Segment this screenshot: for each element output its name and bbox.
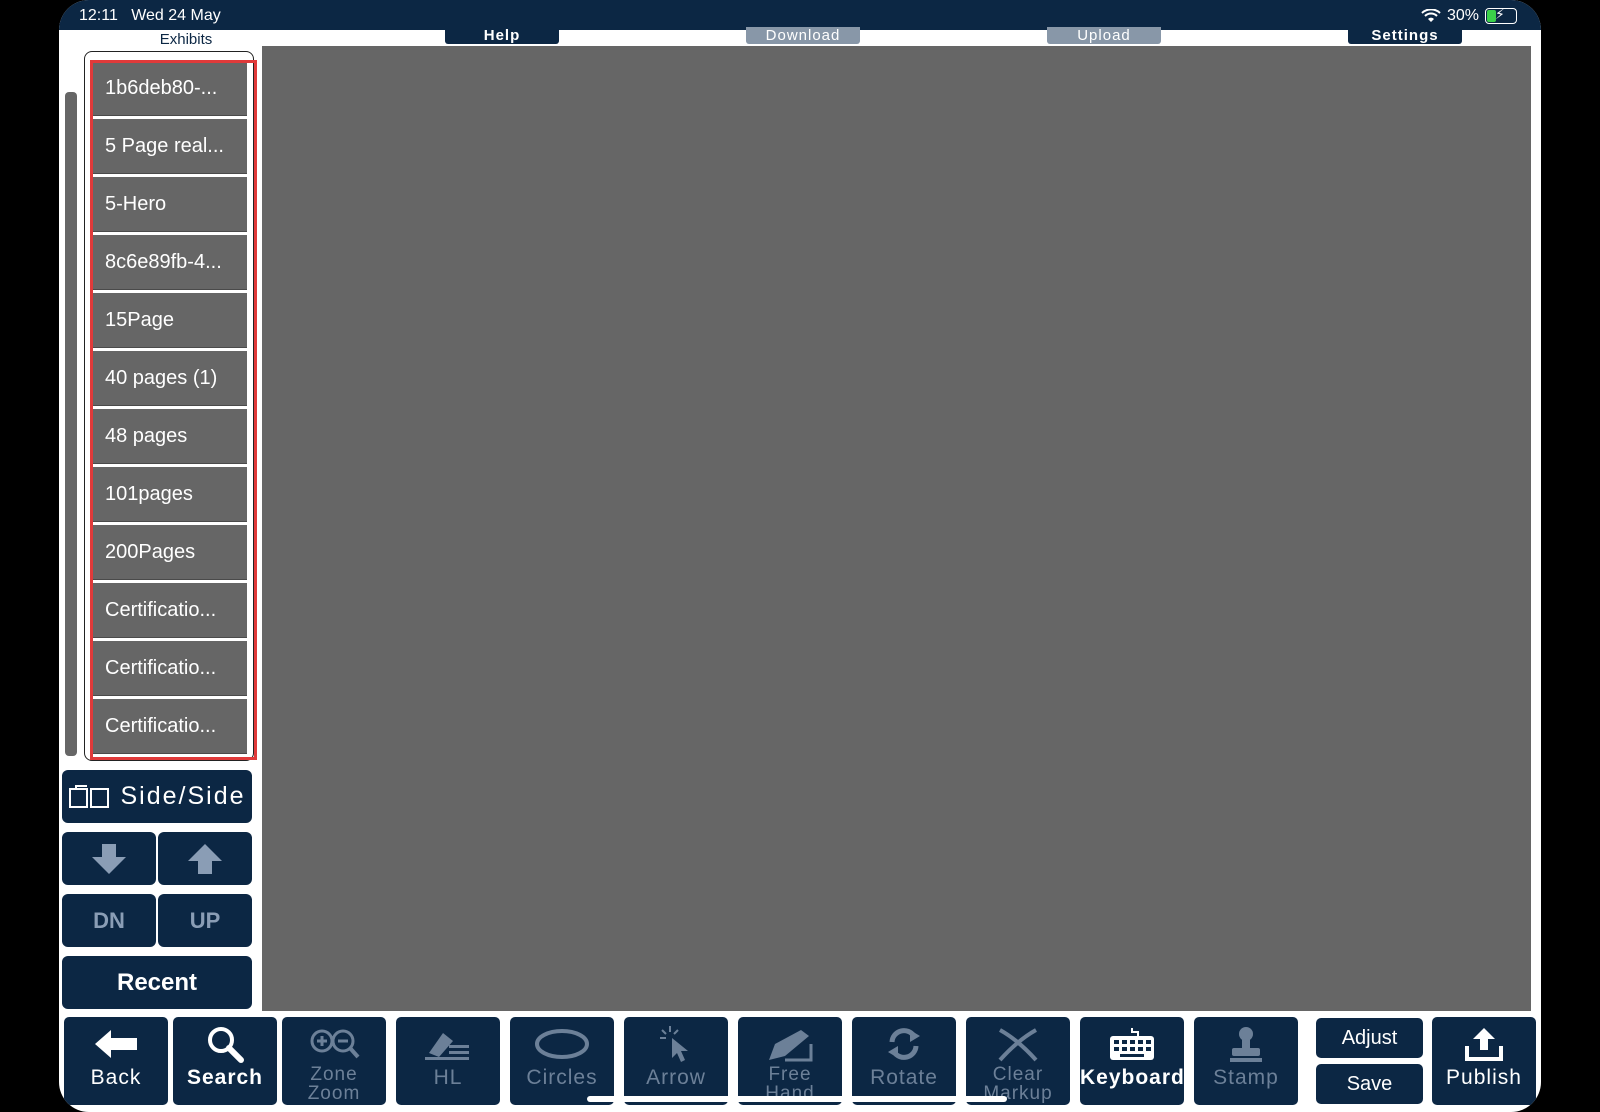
search-button[interactable]: Search	[173, 1017, 277, 1105]
back-button[interactable]: Back	[64, 1017, 168, 1105]
ipad-screen: 12:11 Wed 24 May 30% ⚡ Help Download Upl…	[59, 0, 1541, 1112]
exhibit-item[interactable]: 40 pages (1)	[93, 351, 247, 406]
save-button[interactable]: Save	[1316, 1064, 1423, 1104]
up-button[interactable]: UP	[158, 894, 252, 947]
hl-label: HL	[433, 1066, 463, 1089]
hl-button[interactable]: HL	[396, 1017, 500, 1105]
exhibit-item[interactable]: Certificatio...	[93, 699, 247, 754]
status-right: 30% ⚡	[1421, 6, 1517, 25]
dn-button[interactable]: DN	[62, 894, 156, 947]
page-down-arrow-button[interactable]	[62, 832, 156, 885]
exhibit-item[interactable]: Certificatio...	[93, 583, 247, 638]
circles-label: Circles	[526, 1066, 598, 1089]
keyboard-button[interactable]: Keyboard	[1080, 1017, 1184, 1105]
page-up-arrow-button[interactable]	[158, 832, 252, 885]
home-indicator[interactable]	[587, 1096, 1007, 1102]
exhibit-item[interactable]: 48 pages	[93, 409, 247, 464]
side-by-side-button[interactable]: Side/Side	[62, 770, 252, 823]
circles-button[interactable]: Circles	[510, 1017, 614, 1105]
zone-zoom-label-line2: Zoom	[307, 1083, 361, 1104]
publish-button[interactable]: Publish	[1432, 1017, 1536, 1105]
status-time: 12:11	[79, 7, 118, 24]
download-button[interactable]: Download	[746, 27, 860, 44]
back-label: Back	[90, 1066, 142, 1089]
zone-zoom-label: Zone Zoom	[282, 1065, 386, 1103]
clear-markup-button[interactable]: Clear Markup	[966, 1017, 1070, 1105]
exhibit-item[interactable]: 101pages	[93, 467, 247, 522]
back-arrow-icon	[95, 1030, 137, 1058]
upload-share-icon	[1465, 1028, 1503, 1061]
zone-zoom-label-line1: Zone	[310, 1064, 358, 1085]
status-bar: 12:11 Wed 24 May 30% ⚡	[59, 0, 1541, 30]
document-viewer[interactable]	[262, 46, 1531, 1011]
status-time-date: 12:11 Wed 24 May	[79, 7, 221, 25]
upload-button[interactable]: Upload	[1047, 27, 1161, 44]
exhibit-item[interactable]: Certificatio...	[93, 641, 247, 696]
battery-percent: 30%	[1446, 7, 1479, 24]
keyboard-icon	[1110, 1028, 1154, 1060]
highlighter-icon	[425, 1033, 469, 1060]
search-icon	[208, 1027, 244, 1063]
exhibit-item[interactable]: 1b6deb80-...	[93, 61, 247, 116]
zone-zoom-icon	[310, 1029, 360, 1059]
help-button[interactable]: Help	[445, 27, 559, 44]
keyboard-label: Keyboard	[1080, 1066, 1185, 1089]
exhibit-item[interactable]: 5-Hero	[93, 177, 247, 232]
pen-hand-icon	[769, 1030, 813, 1062]
status-date: Wed 24 May	[131, 7, 221, 24]
publish-label: Publish	[1446, 1066, 1522, 1089]
exhibit-item[interactable]: 15Page	[93, 293, 247, 348]
recent-button[interactable]: Recent	[62, 956, 252, 1009]
free-hand-button[interactable]: Free Hand	[738, 1017, 842, 1105]
arrow-cursor-icon	[660, 1026, 688, 1062]
exhibits-title: Exhibits	[159, 31, 213, 48]
exhibit-item[interactable]: 5 Page real...	[93, 119, 247, 174]
arrow-label: Arrow	[646, 1066, 706, 1089]
rotate-icon	[888, 1028, 920, 1060]
clear-markup-label-line1: Clear	[992, 1064, 1044, 1085]
exhibit-item[interactable]: 200Pages	[93, 525, 247, 580]
arrow-up-icon	[188, 843, 222, 874]
adjust-button[interactable]: Adjust	[1316, 1018, 1423, 1058]
exhibits-list: 1b6deb80-... 5 Page real... 5-Hero 8c6e8…	[93, 61, 247, 757]
circle-ellipse-icon	[535, 1029, 589, 1059]
wifi-icon	[1421, 9, 1441, 22]
rotate-label: Rotate	[870, 1066, 938, 1089]
clear-x-icon	[998, 1028, 1038, 1062]
stamp-button[interactable]: Stamp	[1194, 1017, 1298, 1105]
exhibits-scrollbar[interactable]	[65, 92, 77, 756]
settings-button[interactable]: Settings	[1348, 27, 1462, 44]
stamp-label: Stamp	[1213, 1066, 1279, 1089]
stamp-icon	[1230, 1027, 1262, 1062]
rotate-button[interactable]: Rotate	[852, 1017, 956, 1105]
exhibit-item[interactable]: 8c6e89fb-4...	[93, 235, 247, 290]
arrow-button[interactable]: Arrow	[624, 1017, 728, 1105]
arrow-down-icon	[92, 843, 126, 874]
search-label: Search	[186, 1066, 264, 1089]
zone-zoom-button[interactable]: Zone Zoom	[282, 1017, 386, 1105]
free-hand-label-line1: Free	[768, 1064, 812, 1085]
battery-icon: ⚡	[1485, 6, 1517, 24]
side-by-side-label: Side/Side	[120, 782, 246, 810]
side-by-side-icon	[69, 784, 110, 808]
